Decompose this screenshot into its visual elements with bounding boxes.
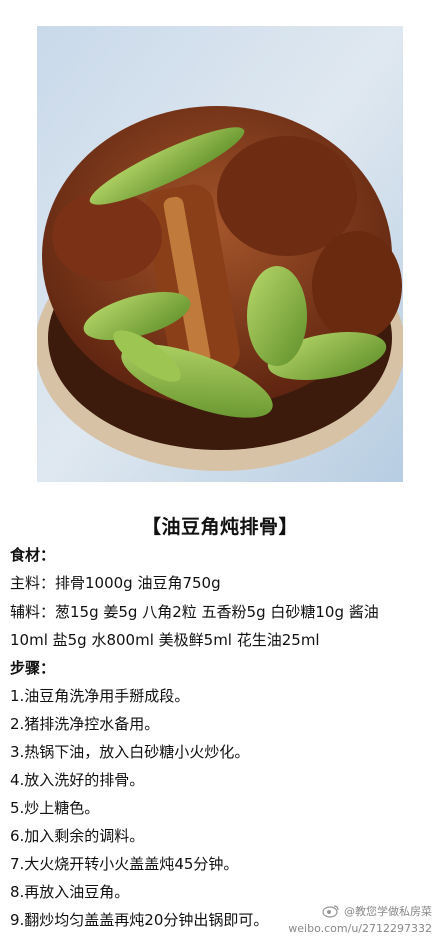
steps-header: 步骤：	[10, 659, 56, 677]
recipe-title: 【油豆角炖排骨】	[141, 516, 298, 538]
step-item: 9.翻炒均匀盖盖再炖20分钟出锅即可。	[10, 911, 269, 929]
step-item: 7.大火烧开转小火盖盖炖45分钟。	[10, 855, 239, 873]
step-item: 6.加入剩余的调料。	[10, 827, 145, 845]
step-item: 1.油豆角洗净用手掰成段。	[10, 687, 190, 705]
weibo-icon	[322, 904, 340, 921]
step-item: 5.炒上糖色。	[10, 799, 100, 817]
dish-photo	[37, 26, 403, 482]
main-ingredients: 主料：排骨1000g 油豆角750g	[10, 574, 221, 592]
step-item: 3.热锅下油，放入白砂糖小火炒化。	[10, 743, 250, 761]
stewed-ribs-with-beans-image	[37, 26, 403, 482]
aux-ingredients-line-1: 辅料：葱15g 姜5g 八角2粒 五香粉5g 白砂糖10g 酱油	[10, 603, 379, 621]
weibo-watermark: @教您学做私房菜	[322, 903, 432, 921]
step-item: 8.再放入油豆角。	[10, 883, 130, 901]
ingredients-header: 食材：	[10, 546, 56, 564]
step-item: 4.放入洗好的排骨。	[10, 771, 145, 789]
watermark-url: weibo.com/u/2712297332	[288, 922, 432, 935]
watermark-account: @教您学做私房菜	[344, 905, 432, 918]
aux-ingredients-line-2: 10ml 盐5g 水800ml 美极鲜5ml 花生油25ml	[10, 631, 320, 649]
step-item: 2.猪排洗净控水备用。	[10, 715, 160, 733]
